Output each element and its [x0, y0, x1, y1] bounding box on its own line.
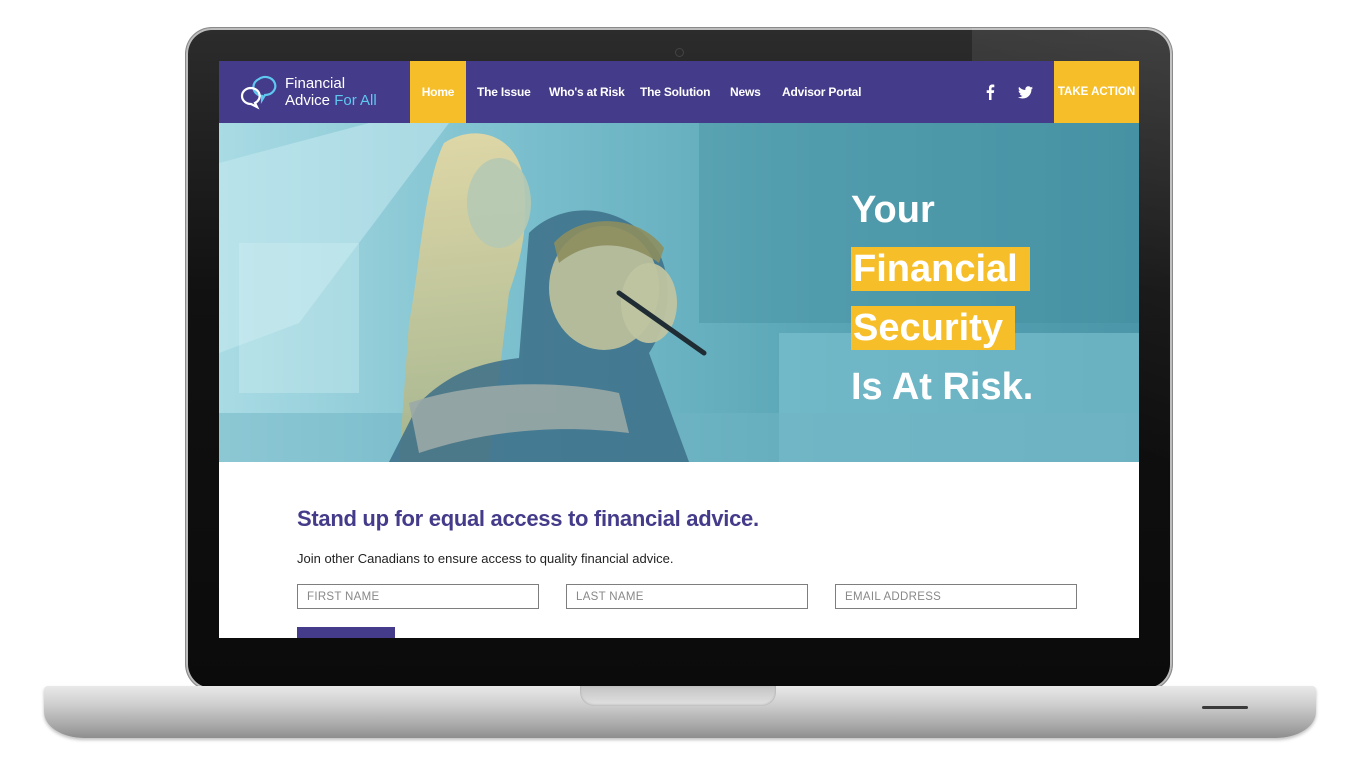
last-name-input[interactable]	[566, 584, 808, 609]
facebook-icon	[986, 84, 995, 100]
logo-line-1: Financial	[285, 75, 346, 92]
hero-headline: Your Financial Security Is At Risk.	[851, 181, 1033, 417]
hero-line-3: Security	[851, 306, 1015, 350]
chat-bubbles-icon	[240, 75, 277, 110]
take-action-button[interactable]: TAKE ACTION	[1054, 61, 1139, 123]
email-input[interactable]	[835, 584, 1077, 609]
nav-item-whos-at-risk[interactable]: Who's at Risk	[549, 61, 625, 123]
submit-button[interactable]	[297, 627, 395, 638]
logo-line-2: Advice For All	[285, 92, 377, 109]
logo-line-2a: Advice	[285, 92, 335, 109]
top-nav: Financial Advice For All Home The Issue …	[219, 61, 1139, 123]
screen: Financial Advice For All Home The Issue …	[219, 61, 1139, 638]
laptop-notch	[580, 686, 776, 706]
hero-line-1: Your	[851, 189, 935, 231]
logo[interactable]: Financial Advice For All	[239, 73, 377, 111]
webcam	[676, 49, 683, 56]
status-indicator	[1202, 706, 1248, 709]
signup-section: Stand up for equal access to financial a…	[219, 462, 1139, 638]
logo-text: Financial Advice For All	[285, 75, 377, 109]
nav-item-the-issue[interactable]: The Issue	[477, 61, 531, 123]
signup-heading: Stand up for equal access to financial a…	[297, 506, 759, 531]
twitter-icon	[1017, 85, 1033, 98]
nav-item-the-solution[interactable]: The Solution	[640, 61, 710, 123]
nav-item-news[interactable]: News	[730, 61, 761, 123]
facebook-link[interactable]	[979, 61, 1001, 123]
twitter-link[interactable]	[1014, 61, 1036, 123]
hero-banner: Your Financial Security Is At Risk.	[219, 123, 1139, 462]
hero-line-2: Financial	[851, 247, 1030, 291]
nav-item-home[interactable]: Home	[410, 61, 466, 123]
hero-line-4: Is At Risk.	[851, 366, 1034, 408]
first-name-input[interactable]	[297, 584, 539, 609]
signup-subtext: Join other Canadians to ensure access to…	[297, 551, 674, 566]
nav-item-advisor-portal[interactable]: Advisor Portal	[782, 61, 861, 123]
logo-line-2b: For All	[334, 92, 377, 109]
